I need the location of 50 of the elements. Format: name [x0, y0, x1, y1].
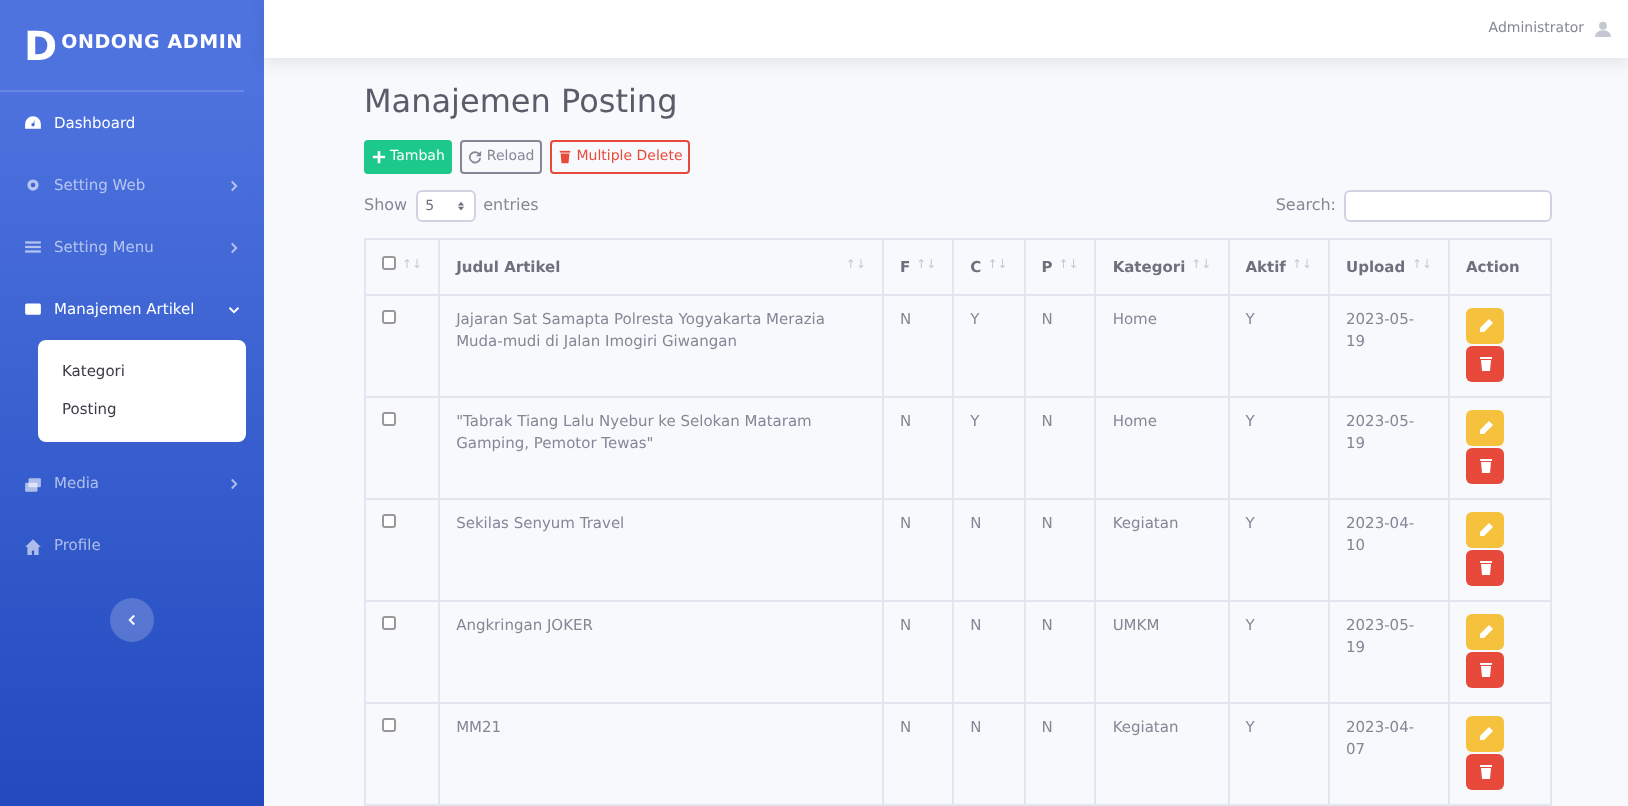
- logo-letter: D: [24, 25, 58, 65]
- delete-button[interactable]: [1466, 754, 1504, 790]
- brand-name: ONDONG ADMIN: [61, 30, 243, 59]
- search-label: Search:: [1275, 193, 1336, 218]
- delete-button[interactable]: [1466, 550, 1504, 586]
- pencil-icon: [1477, 522, 1493, 538]
- select-all-checkbox[interactable]: [382, 255, 396, 270]
- search-field[interactable]: [1344, 189, 1552, 222]
- chevron-right-icon: [228, 478, 240, 490]
- chevron-right-icon: [228, 241, 240, 253]
- user-icon: [1594, 20, 1612, 39]
- trash-icon: [1477, 662, 1493, 678]
- row-checkbox[interactable]: [382, 616, 396, 630]
- show-label: Show: [364, 193, 408, 218]
- pencil-icon: [1477, 726, 1493, 742]
- row-checkbox[interactable]: [382, 718, 396, 732]
- pencil-icon: [1477, 318, 1493, 334]
- chevron-down-icon: [228, 303, 240, 315]
- card-icon: [24, 300, 42, 318]
- trash-icon: [1477, 458, 1493, 474]
- row-checkbox[interactable]: [382, 412, 396, 426]
- trash-icon: [1477, 764, 1493, 780]
- reload-icon: [468, 150, 483, 165]
- delete-button[interactable]: [1466, 346, 1504, 382]
- chevron-left-icon: [126, 613, 138, 625]
- trash-icon: [558, 150, 573, 165]
- gauge-icon: [24, 114, 42, 132]
- settings-icon: [24, 176, 42, 194]
- edit-button[interactable]: [1466, 410, 1504, 446]
- delete-button[interactable]: [1466, 652, 1504, 688]
- chevron-right-icon: [228, 179, 240, 191]
- pencil-icon: [1477, 420, 1493, 436]
- delete-button[interactable]: [1466, 448, 1504, 484]
- edit-button[interactable]: [1466, 716, 1504, 752]
- edit-button[interactable]: [1466, 512, 1504, 548]
- home-icon: [24, 537, 42, 555]
- edit-button[interactable]: [1466, 308, 1504, 344]
- trash-icon: [1477, 560, 1493, 576]
- row-checkbox[interactable]: [382, 514, 396, 528]
- entries-label: entries: [483, 193, 539, 218]
- row-checkbox[interactable]: [382, 310, 396, 324]
- menu-icon: [24, 238, 42, 256]
- updown-icon: [455, 199, 466, 212]
- sidebar-toggle-button[interactable]: [110, 597, 154, 641]
- page-title: Manajemen Posting: [364, 82, 680, 121]
- images-icon: [24, 475, 42, 493]
- pencil-icon: [1477, 624, 1493, 640]
- edit-button[interactable]: [1466, 614, 1504, 650]
- trash-icon: [1477, 356, 1493, 372]
- plus-icon: [372, 150, 386, 165]
